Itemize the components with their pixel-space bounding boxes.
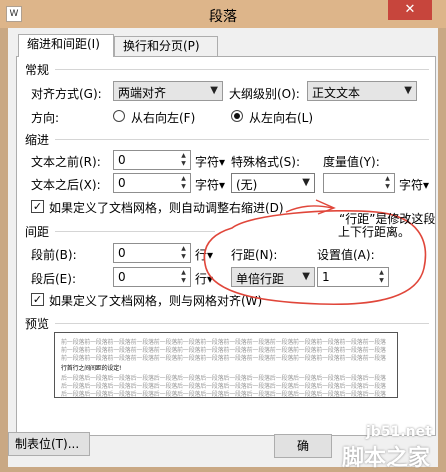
watermark-brand: 脚本之家 — [342, 446, 431, 471]
annotation-text-2: 上下行距离。 — [338, 225, 411, 239]
watermark-site: jb51.net — [366, 424, 432, 440]
tab-indent-spacing[interactable]: 缩进和间距(I) — [18, 34, 114, 57]
